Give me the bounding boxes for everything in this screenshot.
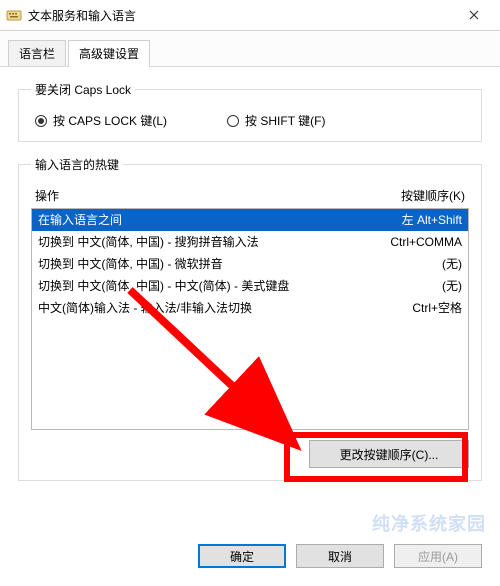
titlebar: 文本服务和输入语言 bbox=[0, 0, 500, 31]
cancel-button[interactable]: 取消 bbox=[296, 544, 384, 568]
list-item-action: 切换到 中文(简体, 中国) - 微软拼音 bbox=[38, 255, 432, 273]
list-item-keys: 左 Alt+Shift bbox=[392, 211, 462, 229]
radio-shift-key[interactable]: 按 SHIFT 键(F) bbox=[227, 112, 325, 129]
column-action: 操作 bbox=[35, 187, 401, 204]
tab-row: 语言栏 高级键设置 bbox=[0, 31, 500, 67]
close-icon bbox=[469, 7, 479, 23]
keyboard-icon bbox=[6, 7, 22, 23]
list-item-keys: Ctrl+COMMA bbox=[380, 233, 462, 251]
list-item-action: 切换到 中文(简体, 中国) - 搜狗拼音输入法 bbox=[38, 233, 380, 251]
list-item[interactable]: 在输入语言之间 左 Alt+Shift bbox=[32, 209, 468, 231]
list-item-action: 在输入语言之间 bbox=[38, 211, 392, 229]
capslock-group: 要关闭 Caps Lock 按 CAPS LOCK 键(L) 按 SHIFT 键… bbox=[18, 81, 482, 142]
window-close-button[interactable] bbox=[454, 0, 494, 30]
tab-language-bar[interactable]: 语言栏 bbox=[8, 40, 66, 66]
watermark-brand: 纯净系统家园 bbox=[372, 510, 486, 536]
hotkeys-legend: 输入语言的热键 bbox=[31, 156, 123, 173]
hotkeys-group: 输入语言的热键 操作 按键顺序(K) 在输入语言之间 左 Alt+Shift 切… bbox=[18, 156, 482, 481]
capslock-legend: 要关闭 Caps Lock bbox=[31, 81, 135, 98]
ok-button[interactable]: 确定 bbox=[198, 544, 286, 568]
list-item[interactable]: 切换到 中文(简体, 中国) - 中文(简体) - 美式键盘 (无) bbox=[32, 275, 468, 297]
column-keys: 按键顺序(K) bbox=[401, 187, 465, 204]
hotkeys-columns: 操作 按键顺序(K) bbox=[31, 183, 469, 208]
list-item[interactable]: 切换到 中文(简体, 中国) - 微软拼音 (无) bbox=[32, 253, 468, 275]
list-item[interactable]: 中文(简体)输入法 - 输入法/非输入法切换 Ctrl+空格 bbox=[32, 297, 468, 319]
apply-button[interactable]: 应用(A) bbox=[394, 544, 482, 568]
radio-capslock-key-label: 按 CAPS LOCK 键(L) bbox=[53, 112, 167, 129]
radio-dot-icon bbox=[35, 115, 47, 127]
list-item-action: 切换到 中文(简体, 中国) - 中文(简体) - 美式键盘 bbox=[38, 277, 432, 295]
list-item-keys: Ctrl+空格 bbox=[402, 299, 462, 317]
window-title: 文本服务和输入语言 bbox=[28, 7, 454, 24]
radio-shift-key-label: 按 SHIFT 键(F) bbox=[245, 112, 325, 129]
radio-capslock-key[interactable]: 按 CAPS LOCK 键(L) bbox=[35, 112, 167, 129]
list-item-action: 中文(简体)输入法 - 输入法/非输入法切换 bbox=[38, 299, 402, 317]
tab-advanced-key-settings[interactable]: 高级键设置 bbox=[68, 40, 150, 66]
radio-dot-icon bbox=[227, 115, 239, 127]
list-item-keys: (无) bbox=[432, 277, 462, 295]
list-item[interactable]: 切换到 中文(简体, 中国) - 搜狗拼音输入法 Ctrl+COMMA bbox=[32, 231, 468, 253]
change-key-sequence-button[interactable]: 更改按键顺序(C)... bbox=[309, 440, 469, 468]
dialog-footer: 确定 取消 应用(A) bbox=[0, 534, 500, 586]
hotkeys-listbox[interactable]: 在输入语言之间 左 Alt+Shift 切换到 中文(简体, 中国) - 搜狗拼… bbox=[31, 208, 469, 430]
list-item-keys: (无) bbox=[432, 255, 462, 273]
